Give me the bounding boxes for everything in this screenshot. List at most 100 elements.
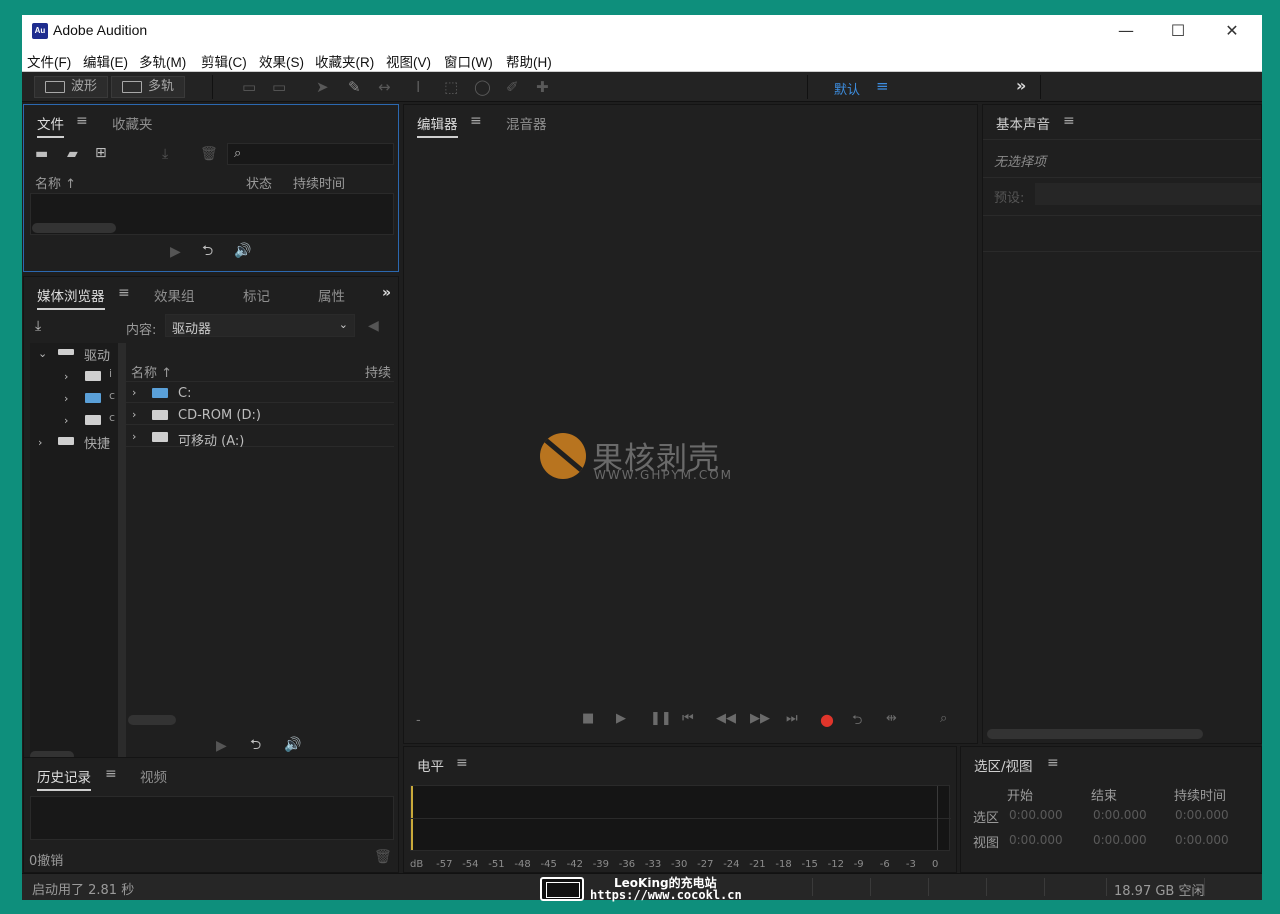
tab-history[interactable]: 历史记录 — [37, 766, 91, 791]
tab-properties[interactable]: 属性 — [318, 285, 345, 305]
chevron-right-icon[interactable]: › — [132, 408, 136, 421]
view-duration[interactable]: 0:00.000 — [1175, 833, 1229, 847]
workspace-menu-icon[interactable]: ≡ — [876, 77, 889, 95]
multitrack-view-button[interactable]: 多轨 — [111, 76, 185, 98]
chevron-right-icon[interactable]: › — [38, 436, 42, 449]
minimize-button[interactable]: — — [1100, 15, 1152, 47]
preset-select[interactable] — [1035, 183, 1261, 205]
slip-tool-icon[interactable]: ↔ — [378, 79, 391, 95]
maximize-button[interactable]: ☐ — [1152, 15, 1204, 47]
play-icon[interactable]: ▶ — [216, 739, 227, 753]
time-selection-tool-icon[interactable]: I — [416, 79, 420, 95]
content-select[interactable]: 驱动器 ⌄ — [165, 314, 355, 337]
pause-icon[interactable]: ❚❚ — [650, 711, 672, 726]
autoplay-speaker-icon[interactable]: 🔊 — [234, 244, 251, 258]
list-item[interactable]: › C: — [126, 383, 394, 403]
levels-menu-icon[interactable]: ≡ — [456, 755, 468, 771]
menu-edit[interactable]: 编辑(E) — [83, 51, 128, 71]
view-end[interactable]: 0:00.000 — [1093, 833, 1147, 847]
media-menu-icon[interactable]: ≡ — [118, 285, 130, 301]
tab-effects-rack[interactable]: 效果组 — [154, 285, 195, 305]
media-column-duration[interactable]: 持续 — [365, 362, 391, 381]
menu-favorites[interactable]: 收藏夹(R) — [315, 51, 374, 71]
record-icon[interactable]: ● — [820, 710, 834, 729]
chevron-right-icon[interactable]: › — [132, 430, 136, 443]
selection-duration[interactable]: 0:00.000 — [1175, 808, 1229, 822]
column-duration[interactable]: 持续时间 — [293, 173, 345, 192]
marquee-tool-icon[interactable]: ⬚ — [444, 79, 458, 95]
list-item[interactable]: › CD-ROM (D:) — [126, 405, 394, 425]
rewind-icon[interactable]: ◀◀ — [716, 711, 736, 726]
delete-icon[interactable]: 🗑 — [200, 147, 218, 161]
waveform-view-button[interactable]: 波形 — [34, 76, 108, 98]
essential-sound-scrollbar[interactable] — [987, 729, 1203, 739]
column-name[interactable]: 名称 ↑ — [35, 173, 76, 192]
skip-forward-icon[interactable]: ⏭ — [786, 711, 798, 726]
import-media-icon[interactable]: ⤓ — [35, 319, 41, 333]
chevron-right-icon[interactable]: › — [132, 386, 136, 399]
list-scrollbar[interactable] — [128, 715, 176, 725]
selection-view-menu-icon[interactable]: ≡ — [1047, 755, 1059, 771]
pane-splitter[interactable] — [118, 343, 126, 763]
spot-healing-tool-icon[interactable]: ✚ — [536, 79, 549, 95]
menu-multitrack[interactable]: 多轨(M) — [139, 51, 186, 71]
view-start[interactable]: 0:00.000 — [1009, 833, 1063, 847]
new-file-icon[interactable]: ⊞ — [95, 146, 107, 160]
tree-item-drives[interactable]: 驱动 — [84, 345, 110, 364]
tab-markers[interactable]: 标记 — [243, 285, 270, 305]
editor-menu-icon[interactable]: ≡ — [470, 113, 482, 129]
menu-view[interactable]: 视图(V) — [386, 51, 431, 71]
skip-back-icon[interactable]: ⏮ — [682, 711, 694, 726]
zoom-icon[interactable]: ⌕ — [940, 711, 947, 726]
tree-sub-item[interactable]: c — [109, 389, 115, 402]
chevron-right-icon[interactable]: › — [64, 392, 68, 405]
import-icon[interactable]: ▰ — [67, 147, 78, 161]
loop-playback-icon[interactable]: ⮌ — [852, 711, 862, 733]
play-icon[interactable]: ▶ — [616, 711, 626, 726]
media-column-name[interactable]: 名称 ↑ — [131, 362, 172, 381]
essential-sound-menu-icon[interactable]: ≡ — [1063, 113, 1075, 129]
tree-sub-item[interactable]: c — [109, 411, 115, 424]
files-scrollbar[interactable] — [32, 223, 116, 233]
chevron-right-icon[interactable]: › — [64, 414, 68, 427]
menu-help[interactable]: 帮助(H) — [506, 51, 552, 71]
tab-mixer[interactable]: 混音器 — [506, 113, 547, 133]
files-menu-icon[interactable]: ≡ — [76, 113, 88, 129]
tab-editor[interactable]: 编辑器 — [417, 113, 458, 138]
media-more-icon[interactable]: » — [382, 285, 391, 301]
spectral-pitch-icon[interactable]: ▭ — [272, 79, 286, 95]
list-item[interactable]: › 可移动 (A:) — [126, 427, 394, 449]
loop-icon[interactable]: ⮌ — [202, 244, 213, 258]
tab-files[interactable]: 文件 — [37, 113, 64, 138]
menu-window[interactable]: 窗口(W) — [444, 51, 493, 71]
tab-favorites[interactable]: 收藏夹 — [112, 113, 153, 133]
history-menu-icon[interactable]: ≡ — [105, 766, 117, 782]
loop-icon[interactable]: ⮌ — [250, 738, 261, 752]
selection-end[interactable]: 0:00.000 — [1093, 808, 1147, 822]
skip-selection-icon[interactable]: ⇹ — [886, 711, 897, 726]
tree-sub-item[interactable]: i — [109, 367, 112, 380]
menu-clip[interactable]: 剪辑(C) — [201, 51, 247, 71]
column-status[interactable]: 状态 — [246, 173, 272, 192]
brush-tool-icon[interactable]: ✐ — [506, 79, 519, 95]
search-input[interactable]: ⌕ — [227, 143, 394, 165]
delete-history-icon[interactable]: 🗑 — [374, 850, 392, 864]
chevron-right-icon[interactable]: › — [64, 370, 68, 383]
menu-effects[interactable]: 效果(S) — [259, 51, 304, 71]
insert-multitrack-icon[interactable]: ⤓ — [162, 147, 168, 161]
play-icon[interactable]: ▶ — [170, 245, 181, 259]
chevron-down-icon[interactable]: ⌄ — [38, 347, 47, 360]
stop-icon[interactable]: ■ — [582, 711, 594, 726]
lasso-tool-icon[interactable]: ◯ — [474, 79, 491, 95]
selection-start[interactable]: 0:00.000 — [1009, 808, 1063, 822]
menu-file[interactable]: 文件(F) — [27, 51, 71, 71]
fast-forward-icon[interactable]: ▶▶ — [750, 711, 770, 726]
back-arrow-icon[interactable]: ◀ — [368, 319, 379, 333]
tab-media-browser[interactable]: 媒体浏览器 — [37, 285, 105, 310]
spectral-frequency-icon[interactable]: ▭ — [242, 79, 256, 95]
open-folder-icon[interactable]: ▬ — [35, 147, 48, 161]
autoplay-speaker-icon[interactable]: 🔊 — [284, 738, 301, 752]
history-list[interactable] — [30, 796, 394, 840]
razor-tool-icon[interactable]: ✎ — [348, 79, 361, 95]
tab-video[interactable]: 视频 — [140, 766, 167, 786]
